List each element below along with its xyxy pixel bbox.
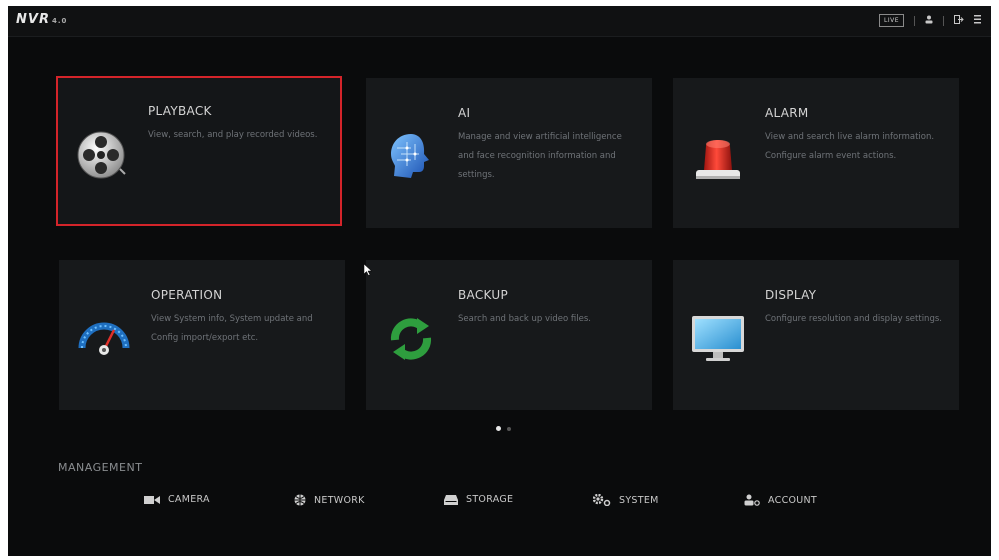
main-menu-screen: NVR 4.0 LIVE PLAYBACK View, search, and …: [8, 6, 991, 556]
top-bar: NVR 4.0 LIVE: [8, 6, 991, 37]
account-icon: [744, 494, 760, 506]
user-icon[interactable]: [925, 15, 933, 27]
tile-description: Configure resolution and display setting…: [765, 314, 942, 324]
management-item-label: NETWORK: [314, 494, 365, 506]
tile-description: View, search, and play recorded videos.: [148, 130, 318, 140]
nvr-logo: NVR 4.0: [16, 12, 68, 27]
tile-description: Search and back up video files.: [458, 314, 591, 324]
tile-operation[interactable]: OPERATION View System info, System updat…: [59, 260, 345, 410]
tile-title: BACKUP: [458, 288, 508, 302]
tile-title: AI: [458, 106, 471, 120]
management-item-label: CAMERA: [168, 494, 210, 505]
page-dot-1[interactable]: [496, 426, 501, 431]
page-dot-2[interactable]: [507, 426, 511, 431]
logout-icon[interactable]: [954, 14, 964, 27]
menu-icon[interactable]: [974, 14, 981, 27]
divider: [914, 15, 915, 26]
management-heading: MANAGEMENT: [58, 461, 143, 474]
management-camera[interactable]: CAMERA: [144, 494, 210, 505]
management-storage[interactable]: STORAGE: [444, 494, 513, 505]
mouse-pointer-icon: [363, 261, 373, 280]
gauge-icon: [74, 308, 134, 368]
live-button[interactable]: LIVE: [878, 14, 904, 27]
network-icon: [294, 494, 306, 506]
tile-alarm[interactable]: ALARM View and search live alarm informa…: [673, 78, 959, 228]
tile-description: Manage and view artificial intelligence …: [458, 132, 622, 180]
tile-ai[interactable]: AI Manage and view artificial intelligen…: [366, 78, 652, 228]
monitor-icon: [688, 308, 748, 368]
tile-backup[interactable]: BACKUP Search and back up video files.: [366, 260, 652, 410]
management-network[interactable]: NETWORK: [294, 494, 365, 506]
tile-title: OPERATION: [151, 288, 223, 302]
camera-icon: [144, 495, 160, 504]
management-item-label: STORAGE: [466, 494, 514, 505]
ai-head-icon: [381, 126, 441, 186]
tile-description: View and search live alarm information. …: [765, 132, 935, 161]
alarm-light-icon: [688, 126, 748, 186]
tile-title: PLAYBACK: [148, 104, 212, 118]
management-account[interactable]: ACCOUNT: [744, 494, 817, 506]
tile-title: DISPLAY: [765, 288, 817, 302]
management-item-label: ACCOUNT: [768, 494, 818, 506]
film-reel-icon: [71, 124, 131, 184]
management-system[interactable]: SYSTEM: [593, 494, 659, 506]
tile-display[interactable]: DISPLAY Configure resolution and display…: [673, 260, 959, 410]
backup-refresh-icon: [381, 308, 441, 368]
tile-playback[interactable]: PLAYBACK View, search, and play recorded…: [56, 76, 342, 226]
storage-icon: [444, 494, 458, 505]
tile-title: ALARM: [765, 106, 809, 120]
tile-description: View System info, System update and Conf…: [151, 314, 313, 343]
page-indicator: [496, 426, 511, 431]
management-item-label: SYSTEM: [619, 494, 659, 506]
system-gears-icon: [593, 494, 611, 506]
divider: [943, 15, 944, 26]
